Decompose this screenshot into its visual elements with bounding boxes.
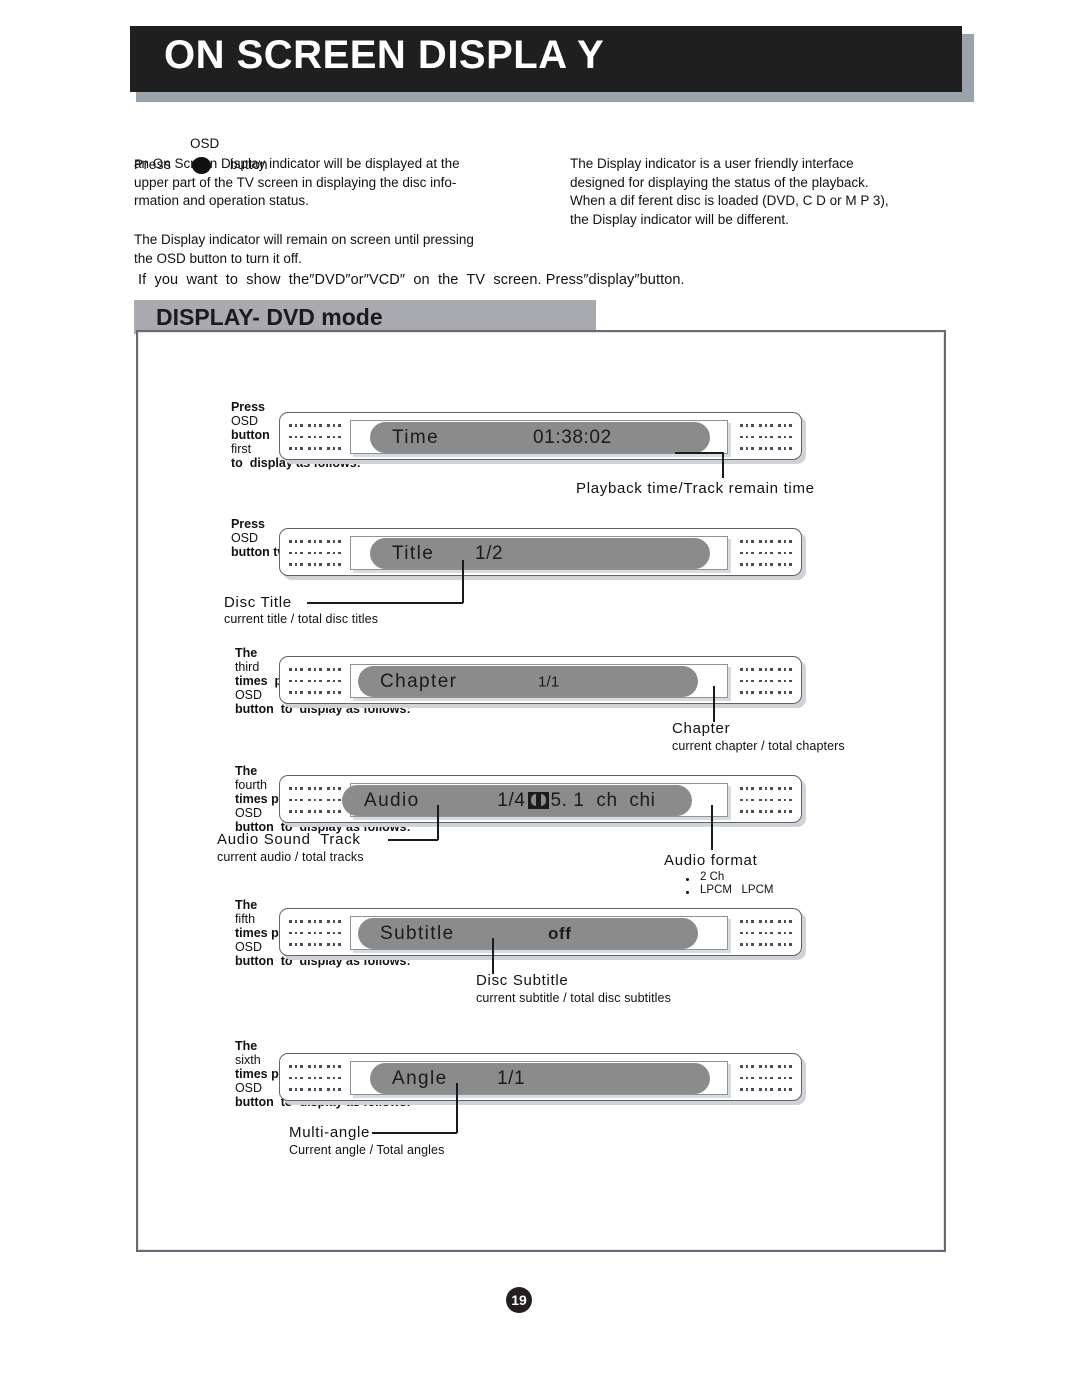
leader-line-h-title xyxy=(307,602,463,604)
page-header: ON SCREEN DISPLA Y xyxy=(130,26,974,102)
osd-pill-time: Time 01:38:02 xyxy=(370,422,710,453)
osd-pill-value-chapter: 1/1 xyxy=(538,673,560,690)
section-banner: DISPLAY- DVD mode xyxy=(134,300,596,334)
dots-decoration-right-angle xyxy=(740,1063,792,1093)
dots-decoration-left-chapter xyxy=(289,666,341,696)
leader-line-v-audio-format xyxy=(711,805,713,850)
osd-pill-name-chapter: Chapter xyxy=(380,670,458,692)
step-label-chapter-part2: third xyxy=(234,660,260,674)
osd-pill-value-subtitle: off xyxy=(548,923,572,943)
step-label-chapter-part1: The xyxy=(234,646,258,660)
dots-decoration-left-audio xyxy=(289,785,341,815)
step-label-title-part1: Press xyxy=(230,517,266,531)
osd-pill-value-time: 01:38:02 xyxy=(533,426,612,448)
header-bar: ON SCREEN DISPLA Y xyxy=(130,26,962,92)
step-label-time-part2: OSD xyxy=(230,414,259,428)
dots-decoration-right-time xyxy=(740,422,792,452)
dolby-digital-icon xyxy=(527,791,549,809)
callout-disc-title: Disc Title xyxy=(224,594,292,611)
leader-line-v-angle xyxy=(456,1083,458,1133)
section-banner-title: DISPLAY- DVD mode xyxy=(156,304,383,330)
tv-screen-note: If you want to show the″DVD″or″VCD″ on t… xyxy=(138,272,685,288)
page-title: ON SCREEN DISPLA Y xyxy=(164,33,605,77)
callout-chapter: Chapter xyxy=(672,720,731,737)
step-label-time-part3: button xyxy=(230,428,270,442)
osd-pill-value-audio-suffix: 5. 1 ch chi xyxy=(550,789,656,811)
dots-decoration-right-subtitle xyxy=(740,918,792,948)
callout-playback-time: Playback time/Track remain time xyxy=(576,480,815,497)
dots-decoration-right-title xyxy=(740,538,792,568)
callout-disc-title-sub: current title / total disc titles xyxy=(224,612,379,626)
step-label-subtitle-part2: fifth xyxy=(234,912,256,926)
leader-line-v-time xyxy=(722,452,724,478)
osd-pill-name-angle: Angle xyxy=(392,1067,448,1089)
dots-decoration-left-subtitle xyxy=(289,918,341,948)
callout-multi-angle-sub: Current angle / Total angles xyxy=(289,1143,445,1157)
callout-audio-format: Audio format xyxy=(664,852,758,869)
osd-pill-title: Title 1/2 xyxy=(370,538,710,569)
osd-pill-name-audio: Audio xyxy=(364,789,420,811)
intro-paragraph-left: an On Screen Display indicator will be d… xyxy=(134,156,460,209)
osd-frame-title: Title 1/2 xyxy=(279,528,802,576)
osd-frame-audio: Audio 1/4 5. 1 ch chi xyxy=(279,775,802,823)
callout-disc-subtitle-sub: current subtitle / total disc subtitles xyxy=(476,991,671,1005)
dots-decoration-left-angle xyxy=(289,1063,341,1093)
osd-pill-name-time: Time xyxy=(392,426,440,448)
leader-line-v-subtitle xyxy=(492,938,494,974)
osd-pill-name-title: Title xyxy=(392,542,435,564)
leader-line-h-audio xyxy=(388,839,438,841)
step-label-angle-part2: sixth xyxy=(234,1053,261,1067)
step-label-audio-part4: OSD xyxy=(234,806,263,820)
osd-pill-subtitle: Subtitle off xyxy=(358,918,698,949)
osd-frame-subtitle: Subtitle off xyxy=(279,908,802,956)
dots-decoration-right-audio xyxy=(740,785,792,815)
leader-line-v-chapter xyxy=(713,686,715,722)
step-label-title-part2: OSD xyxy=(230,531,259,545)
callout-audio-format-bullet-1: 2 Ch xyxy=(700,871,725,883)
step-label-chapter-part4: OSD xyxy=(234,688,263,702)
step-label-subtitle-part1: The xyxy=(234,898,258,912)
dots-decoration-right-chapter xyxy=(740,666,792,696)
callout-audio-sound-track: Audio Sound Track xyxy=(217,831,361,848)
osd-pill-value-audio-prefix: 1/4 xyxy=(497,789,526,811)
step-label-angle-part4: OSD xyxy=(234,1081,263,1095)
step-label-angle-part1: The xyxy=(234,1039,258,1053)
step-label-audio-part2: fourth xyxy=(234,778,267,792)
step-label-subtitle-part4: OSD xyxy=(234,940,263,954)
osd-pill-value-title: 1/2 xyxy=(475,542,504,564)
callout-multi-angle: Multi-angle xyxy=(289,1124,371,1141)
callout-disc-subtitle: Disc Subtitle xyxy=(476,972,569,989)
callout-audio-format-bullet-2: LPCM LPCM xyxy=(700,884,774,896)
step-label-audio-part1: The xyxy=(234,764,258,778)
leader-line-v-title xyxy=(462,560,464,603)
osd-pill-value-angle: 1/1 xyxy=(497,1067,526,1089)
osd-pill-angle: Angle 1/1 xyxy=(370,1063,710,1094)
intro-paragraph-left-2: The Display indicator will remain on scr… xyxy=(134,232,474,266)
dots-decoration-left-time xyxy=(289,422,341,452)
osd-pill-audio: Audio 1/4 5. 1 ch chi xyxy=(342,785,692,816)
step-label-time-part1: Press xyxy=(230,400,266,414)
dots-decoration-left-title xyxy=(289,538,341,568)
intro-paragraph-right: The Display indicator is a user friendly… xyxy=(570,156,889,227)
step-label-time-part4: first xyxy=(230,442,252,456)
callout-audio-sound-track-sub: current audio / total tracks xyxy=(217,850,364,864)
page-number-badge: 19 xyxy=(506,1287,532,1313)
leader-line-h-time xyxy=(675,452,723,454)
leader-line-v-audio xyxy=(437,805,439,840)
osd-frame-chapter: Chapter 1/1 xyxy=(279,656,802,704)
osd-button-label: OSD xyxy=(190,136,220,151)
leader-line-h-angle xyxy=(372,1132,457,1134)
osd-pill-chapter: Chapter 1/1 xyxy=(358,666,698,697)
osd-pill-name-subtitle: Subtitle xyxy=(380,922,455,944)
callout-chapter-sub: current chapter / total chapters xyxy=(672,739,845,753)
osd-frame-angle: Angle 1/1 xyxy=(279,1053,802,1101)
